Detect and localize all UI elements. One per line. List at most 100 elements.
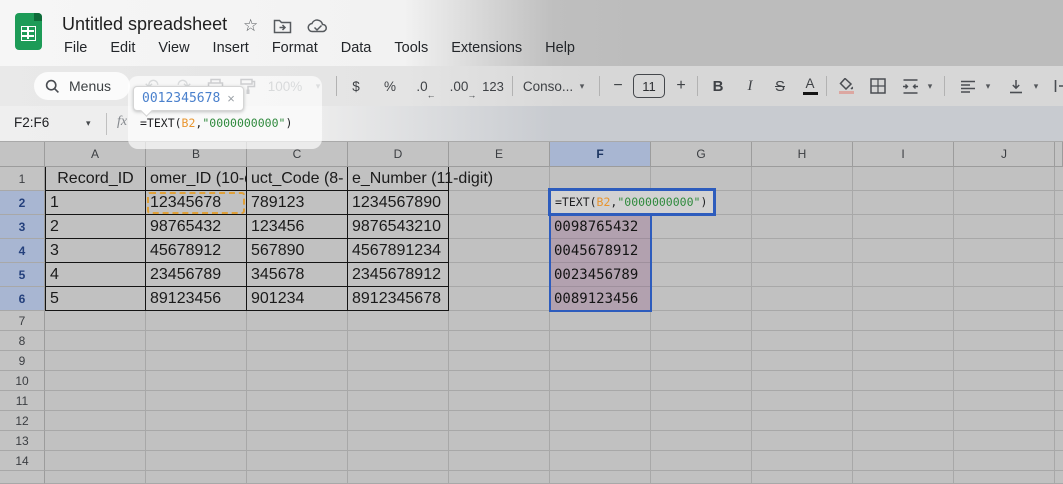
cell-F6[interactable]: 0089123456 xyxy=(550,287,651,311)
menu-help[interactable]: Help xyxy=(542,38,578,58)
cell-J9[interactable] xyxy=(954,351,1055,371)
cell-J8[interactable] xyxy=(954,331,1055,351)
cell-F14[interactable] xyxy=(550,451,651,471)
menu-data[interactable]: Data xyxy=(338,38,375,58)
name-box[interactable]: F2:F6 xyxy=(14,115,49,130)
cell-C10[interactable] xyxy=(247,371,348,391)
cell-F3[interactable]: 0098765432 xyxy=(550,215,651,239)
row-header-1[interactable]: 1 xyxy=(0,167,45,191)
cell-F10[interactable] xyxy=(550,371,651,391)
increase-font-size-button[interactable]: + xyxy=(669,74,693,98)
cell-G9[interactable] xyxy=(651,351,752,371)
cell-I9[interactable] xyxy=(853,351,954,371)
cell-H3[interactable] xyxy=(752,215,853,239)
cell-A11[interactable] xyxy=(45,391,146,411)
cell-H4[interactable] xyxy=(752,239,853,263)
cell-D3[interactable]: 9876543210 xyxy=(348,215,449,239)
cell-D11[interactable] xyxy=(348,391,449,411)
merge-cells-button[interactable] xyxy=(898,74,922,98)
cell-A2[interactable]: 1 xyxy=(45,191,146,215)
cell-J11[interactable] xyxy=(954,391,1055,411)
cell-I14[interactable] xyxy=(853,451,954,471)
borders-button[interactable] xyxy=(866,74,890,98)
menu-format[interactable]: Format xyxy=(269,38,321,58)
column-header-D[interactable]: D xyxy=(348,142,449,167)
cell-D7[interactable] xyxy=(348,311,449,331)
active-cell-editor-F2[interactable]: =TEXT(B2,"0000000000") xyxy=(548,188,716,216)
cell-B3[interactable]: 98765432 xyxy=(146,215,247,239)
horizontal-align-button[interactable] xyxy=(956,74,980,98)
cell-E2[interactable] xyxy=(449,191,550,215)
decrease-font-size-button[interactable]: − xyxy=(606,74,630,98)
cell-D6[interactable]: 8912345678 xyxy=(348,287,449,311)
cell-C14[interactable] xyxy=(247,451,348,471)
row-header-7[interactable]: 7 xyxy=(0,311,45,331)
formula-input[interactable]: =TEXT(B2,"0000000000") xyxy=(140,116,292,130)
row-header-12[interactable]: 12 xyxy=(0,411,45,431)
cell-A10[interactable] xyxy=(45,371,146,391)
cell-J10[interactable] xyxy=(954,371,1055,391)
cell-B2[interactable]: 12345678 xyxy=(146,191,247,215)
cell-C3[interactable]: 123456 xyxy=(247,215,348,239)
cell-A8[interactable] xyxy=(45,331,146,351)
cell-J6[interactable] xyxy=(954,287,1055,311)
cell-H14[interactable] xyxy=(752,451,853,471)
cell-partial-1[interactable] xyxy=(1055,167,1063,191)
cell-partial-14[interactable] xyxy=(1055,451,1063,471)
bold-button[interactable]: B xyxy=(706,74,730,98)
cell-B1[interactable]: omer_ID (10-d xyxy=(146,167,247,191)
cell-H8[interactable] xyxy=(752,331,853,351)
cell-partial-11[interactable] xyxy=(1055,391,1063,411)
row-header-9[interactable]: 9 xyxy=(0,351,45,371)
cell-partial-3[interactable] xyxy=(1055,215,1063,239)
cell-C6[interactable]: 901234 xyxy=(247,287,348,311)
cell-partial-10[interactable] xyxy=(1055,371,1063,391)
column-header-G[interactable]: G xyxy=(651,142,752,167)
cell-partial-6[interactable] xyxy=(1055,287,1063,311)
cell-F11[interactable] xyxy=(550,391,651,411)
fill-color-button[interactable] xyxy=(834,74,858,98)
cell-J13[interactable] xyxy=(954,431,1055,451)
cell-B13[interactable] xyxy=(146,431,247,451)
menu-insert[interactable]: Insert xyxy=(210,38,252,58)
cell-E5[interactable] xyxy=(449,263,550,287)
cell-E15[interactable] xyxy=(449,471,550,484)
cloud-status-icon[interactable] xyxy=(307,18,329,34)
cell-J4[interactable] xyxy=(954,239,1055,263)
cell-A9[interactable] xyxy=(45,351,146,371)
cell-C2[interactable]: 789123 xyxy=(247,191,348,215)
cell-E7[interactable] xyxy=(449,311,550,331)
cell-H7[interactable] xyxy=(752,311,853,331)
cell-partial-5[interactable] xyxy=(1055,263,1063,287)
cell-I12[interactable] xyxy=(853,411,954,431)
cell-I6[interactable] xyxy=(853,287,954,311)
cell-F7[interactable] xyxy=(550,311,651,331)
cell-B11[interactable] xyxy=(146,391,247,411)
cell-I5[interactable] xyxy=(853,263,954,287)
italic-button[interactable]: I xyxy=(738,74,762,98)
cell-C1[interactable]: uct_Code (8- xyxy=(247,167,348,191)
row-header-13[interactable]: 13 xyxy=(0,431,45,451)
cell-partial-15[interactable] xyxy=(1055,471,1063,484)
cell-G11[interactable] xyxy=(651,391,752,411)
cell-D4[interactable]: 4567891234 xyxy=(348,239,449,263)
font-family-select[interactable]: Conso... xyxy=(520,74,576,98)
cell-F13[interactable] xyxy=(550,431,651,451)
cell-A7[interactable] xyxy=(45,311,146,331)
cell-F8[interactable] xyxy=(550,331,651,351)
cell-E10[interactable] xyxy=(449,371,550,391)
number-format-button[interactable]: 123 xyxy=(479,74,507,98)
cell-D5[interactable]: 2345678912 xyxy=(348,263,449,287)
cell-A15[interactable] xyxy=(45,471,146,484)
cell-C7[interactable] xyxy=(247,311,348,331)
cell-G4[interactable] xyxy=(651,239,752,263)
cell-G12[interactable] xyxy=(651,411,752,431)
cell-B8[interactable] xyxy=(146,331,247,351)
cell-H10[interactable] xyxy=(752,371,853,391)
menu-tools[interactable]: Tools xyxy=(391,38,431,58)
cell-partial-4[interactable] xyxy=(1055,239,1063,263)
cell-I7[interactable] xyxy=(853,311,954,331)
cell-H2[interactable] xyxy=(752,191,853,215)
sheets-logo[interactable] xyxy=(15,13,42,50)
cell-A12[interactable] xyxy=(45,411,146,431)
